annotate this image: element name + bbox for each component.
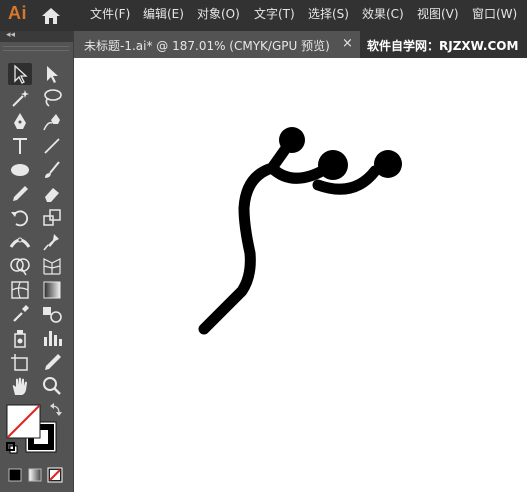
direct-selection-tool[interactable] <box>40 63 64 85</box>
artboard-tool[interactable] <box>8 351 32 373</box>
close-tab-icon[interactable]: × <box>342 36 353 51</box>
ellipse-tool[interactable] <box>8 159 32 181</box>
tools-panel-header: ◂◂ <box>0 30 73 42</box>
line-segment-tool[interactable] <box>40 135 64 157</box>
menu-effect[interactable]: 效果(C) <box>362 7 404 21</box>
eyedropper-tool[interactable] <box>8 303 32 325</box>
menu-bar: Ai 文件(F) 编辑(E) 对象(O) 文字(T) 选择(S) 效果(C) 视… <box>0 0 527 31</box>
menu-select[interactable]: 选择(S) <box>308 7 349 21</box>
paintbrush-tool[interactable] <box>40 159 64 181</box>
type-tool[interactable] <box>8 135 32 157</box>
menu-view[interactable]: 视图(V) <box>417 7 459 21</box>
scale-tool[interactable] <box>40 207 64 229</box>
eraser-tool[interactable] <box>40 183 64 205</box>
width-tool[interactable] <box>8 231 32 253</box>
shaper-tool[interactable] <box>8 183 32 205</box>
symbol-sprayer-tool[interactable] <box>8 327 32 349</box>
panel-grip[interactable] <box>3 46 69 51</box>
tools-panel: ◂◂ <box>0 30 74 492</box>
document-tab-title: 未标题-1.ai* @ 187.01% (CMYK/GPU 预览) <box>84 39 330 53</box>
artboard-canvas[interactable] <box>74 58 527 492</box>
puppet-warp-tool[interactable] <box>40 231 64 253</box>
rotate-tool[interactable] <box>8 207 32 229</box>
blend-tool[interactable] <box>40 303 64 325</box>
hand-tool[interactable] <box>8 375 32 397</box>
document-tab[interactable]: 未标题-1.ai* @ 187.01% (CMYK/GPU 预览) × <box>74 31 360 58</box>
joint-ball-circle <box>374 150 402 178</box>
home-icon[interactable] <box>40 6 62 26</box>
document-tab-bar: 未标题-1.ai* @ 187.01% (CMYK/GPU 预览) × 软件自学… <box>74 31 527 58</box>
mesh-tool[interactable] <box>8 279 32 301</box>
artwork[interactable] <box>74 58 527 492</box>
menu-file[interactable]: 文件(F) <box>90 7 130 21</box>
menu-window[interactable]: 窗口(W) <box>472 7 517 21</box>
magic-wand-tool[interactable] <box>8 87 32 109</box>
curvature-tool[interactable] <box>40 111 64 133</box>
fill-stroke-swatches[interactable] <box>0 400 73 492</box>
zoom-tool[interactable] <box>40 375 64 397</box>
menu-object[interactable]: 对象(O) <box>197 7 240 21</box>
joint-hand-circle <box>318 150 348 180</box>
gradient-tool[interactable] <box>40 279 64 301</box>
selection-tool[interactable] <box>8 63 32 85</box>
shape-builder-tool[interactable] <box>8 255 32 277</box>
column-graph-tool[interactable] <box>40 327 64 349</box>
joint-head-circle <box>279 127 305 153</box>
app-logo: Ai <box>8 3 27 23</box>
pen-tool[interactable] <box>8 111 32 133</box>
menu-edit[interactable]: 编辑(E) <box>143 7 184 21</box>
perspective-grid-tool[interactable] <box>40 255 64 277</box>
menu-type[interactable]: 文字(T) <box>254 7 295 21</box>
collapse-panel-icon[interactable]: ◂◂ <box>6 30 15 40</box>
lasso-tool[interactable] <box>40 87 64 109</box>
watermark-text: 软件自学网：RJZXW.COM <box>367 39 519 53</box>
slice-tool[interactable] <box>40 351 64 373</box>
